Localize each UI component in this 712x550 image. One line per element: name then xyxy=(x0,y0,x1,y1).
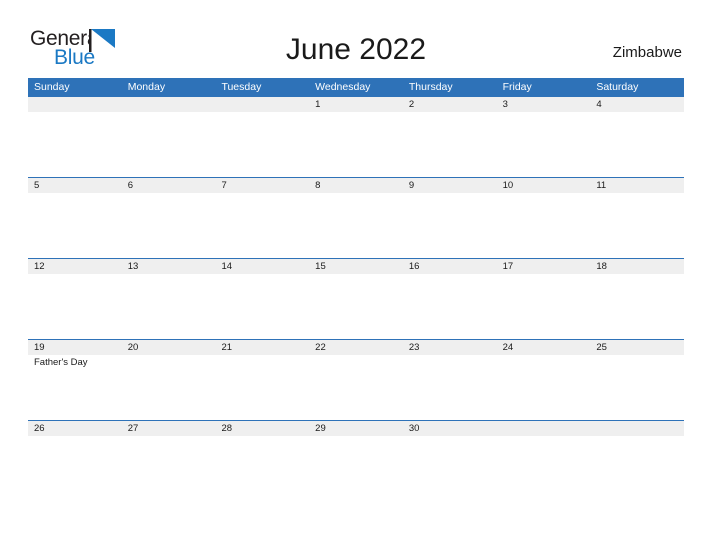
day-cell[interactable]: 7 xyxy=(215,178,309,259)
day-cell[interactable] xyxy=(590,421,684,502)
weekday-header-thursday: Thursday xyxy=(408,81,453,93)
day-cell[interactable]: 10 xyxy=(497,178,591,259)
day-cell[interactable]: 15 xyxy=(309,259,403,340)
day-number: 24 xyxy=(502,342,514,353)
day-cell[interactable]: 3 xyxy=(497,97,591,178)
weekday-header-tuesday: Tuesday xyxy=(221,81,262,93)
day-number: 2 xyxy=(408,99,415,110)
day-number: 22 xyxy=(315,342,326,353)
day-cell[interactable]: 12 xyxy=(28,259,122,340)
day-cell[interactable]: 21 xyxy=(215,340,309,421)
day-number: 25 xyxy=(596,342,607,353)
region-label: Zimbabwe xyxy=(612,44,682,61)
day-number: 8 xyxy=(315,180,321,191)
day-cell[interactable]: 26 xyxy=(28,421,122,502)
day-cell[interactable]: 2 xyxy=(403,97,497,178)
day-number: 11 xyxy=(596,180,607,191)
week-row: 1 2 3 4 xyxy=(28,96,684,177)
day-cell[interactable]: 27 xyxy=(122,421,216,502)
day-cell[interactable]: 11 xyxy=(590,178,684,259)
day-number: 28 xyxy=(221,423,233,434)
day-cell[interactable] xyxy=(215,97,309,178)
day-number: 6 xyxy=(127,180,134,191)
day-cell[interactable] xyxy=(28,97,122,178)
day-cell[interactable]: 18 xyxy=(590,259,684,340)
day-number: 12 xyxy=(34,261,45,272)
day-number: 5 xyxy=(34,180,40,191)
day-number: 20 xyxy=(127,342,139,353)
day-number: 26 xyxy=(34,423,45,434)
day-number: 18 xyxy=(596,261,607,272)
day-number: 7 xyxy=(221,180,227,191)
day-number: 21 xyxy=(221,342,233,353)
day-number: 16 xyxy=(408,261,420,272)
week-row: 26 27 28 29 30 xyxy=(28,420,684,501)
day-cell[interactable]: 9 xyxy=(403,178,497,259)
day-cell[interactable]: 4 xyxy=(590,97,684,178)
week-row: 5 6 7 8 9 10 11 xyxy=(28,177,684,258)
day-number: 17 xyxy=(502,261,514,272)
weekday-header-monday: Monday xyxy=(127,81,166,93)
calendar-page: General Blue June 2022 Zimbabwe Sunday M… xyxy=(0,0,712,550)
day-cell[interactable] xyxy=(122,97,216,178)
day-number: 19 xyxy=(34,342,45,353)
day-number: 27 xyxy=(127,423,139,434)
day-cell[interactable] xyxy=(497,421,591,502)
page-title: June 2022 xyxy=(285,33,427,66)
week-row: 19 Father's Day 20 21 22 23 24 25 xyxy=(28,339,684,420)
day-number: 1 xyxy=(315,99,321,110)
day-event-label: Father's Day xyxy=(34,357,88,368)
day-cell[interactable]: 13 xyxy=(122,259,216,340)
day-cell[interactable]: 16 xyxy=(403,259,497,340)
day-cell[interactable]: 30 xyxy=(403,421,497,502)
day-cell[interactable]: 8 xyxy=(309,178,403,259)
weekday-header-row: Sunday Monday Tuesday Wednesday Thursday… xyxy=(28,78,684,96)
day-cell[interactable]: 14 xyxy=(215,259,309,340)
day-number: 3 xyxy=(502,99,508,110)
day-number: 10 xyxy=(502,180,514,191)
weekday-header-friday: Friday xyxy=(502,81,532,93)
day-cell[interactable]: 17 xyxy=(497,259,591,340)
day-cell[interactable]: 28 xyxy=(215,421,309,502)
weekday-header-saturday: Saturday xyxy=(596,81,639,93)
day-number: 15 xyxy=(315,261,326,272)
week-row: 12 13 14 15 16 17 18 xyxy=(28,258,684,339)
weekday-header-wednesday: Wednesday xyxy=(315,81,371,93)
day-cell[interactable]: 20 xyxy=(122,340,216,421)
day-cell[interactable]: 25 xyxy=(590,340,684,421)
weekday-header-sunday: Sunday xyxy=(34,81,70,93)
day-cell[interactable]: 23 xyxy=(403,340,497,421)
day-cell[interactable]: 24 xyxy=(497,340,591,421)
day-cell[interactable]: 6 xyxy=(122,178,216,259)
day-cell[interactable]: 5 xyxy=(28,178,122,259)
day-number: 13 xyxy=(127,261,139,272)
day-cell[interactable]: 1 xyxy=(309,97,403,178)
page-header: General Blue June 2022 Zimbabwe xyxy=(0,0,712,78)
calendar-grid: Sunday Monday Tuesday Wednesday Thursday… xyxy=(28,78,684,501)
day-cell[interactable]: 29 xyxy=(309,421,403,502)
day-number: 4 xyxy=(596,99,602,110)
day-number: 14 xyxy=(221,261,233,272)
day-number: 29 xyxy=(315,423,326,434)
day-number: 30 xyxy=(408,423,420,434)
day-number: 23 xyxy=(408,342,420,353)
day-number: 9 xyxy=(408,180,415,191)
day-cell[interactable]: 19 Father's Day xyxy=(28,340,122,421)
day-cell[interactable]: 22 xyxy=(309,340,403,421)
